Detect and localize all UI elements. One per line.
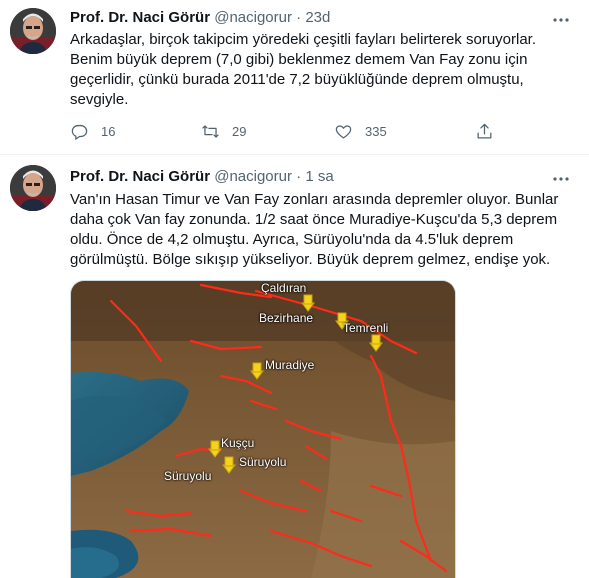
avatar[interactable] bbox=[10, 165, 56, 211]
separator-dot: · bbox=[296, 9, 302, 26]
tweet-actions: 16 29 335 bbox=[70, 119, 550, 143]
avatar-photo bbox=[10, 165, 56, 211]
tweet-text: Arkadaşlar, birçok takipcim yöredeki çeş… bbox=[70, 31, 537, 108]
map-label-temrenli: Temrenli bbox=[343, 321, 389, 335]
tweet-text: Van'ın Hasan Timur ve Van Fay zonları ar… bbox=[70, 191, 559, 268]
map-label-bezirhane: Bezirhane bbox=[259, 311, 314, 325]
satellite-map bbox=[71, 281, 455, 578]
map-label-muradiye: Muradiye bbox=[265, 358, 315, 372]
reply-button[interactable]: 16 bbox=[70, 119, 115, 143]
tweet[interactable]: Prof. Dr. Naci Görür @nacigorur · 23d Ar… bbox=[0, 0, 589, 150]
tweet-map-image[interactable]: Çaldıran Bezirhane Temrenli Muradiye Kuş… bbox=[70, 280, 456, 578]
more-options-icon[interactable] bbox=[551, 10, 571, 30]
separator-dot: · bbox=[296, 168, 302, 185]
reply-count: 16 bbox=[101, 123, 116, 139]
like-count: 335 bbox=[365, 123, 387, 139]
share-button[interactable] bbox=[475, 119, 506, 143]
heart-icon bbox=[335, 124, 352, 138]
reply-icon bbox=[71, 124, 88, 140]
map-label-suruyolu: Süruyolu bbox=[164, 469, 212, 483]
retweet-button[interactable]: 29 bbox=[201, 119, 246, 143]
share-icon bbox=[477, 123, 492, 138]
author-handle[interactable]: @nacigorur bbox=[214, 9, 292, 26]
map-label-kuscu: Kuşçu bbox=[221, 436, 255, 450]
tweet-timestamp[interactable]: 23d bbox=[305, 9, 330, 26]
author-name[interactable]: Prof. Dr. Naci Görür bbox=[70, 168, 210, 185]
avatar-photo bbox=[10, 8, 56, 54]
retweet-icon bbox=[202, 124, 219, 138]
author-name[interactable]: Prof. Dr. Naci Görür bbox=[70, 9, 210, 26]
author-handle[interactable]: @nacigorur bbox=[214, 168, 292, 185]
avatar[interactable] bbox=[10, 8, 56, 54]
like-button[interactable]: 335 bbox=[334, 119, 387, 143]
map-label-caldiran: Çaldıran bbox=[261, 281, 307, 295]
more-options-icon[interactable] bbox=[551, 169, 571, 189]
tweet-timestamp[interactable]: 1 sa bbox=[305, 168, 333, 185]
retweet-count: 29 bbox=[232, 123, 247, 139]
map-label-suruyolu-village: Süruyolu bbox=[239, 455, 287, 469]
